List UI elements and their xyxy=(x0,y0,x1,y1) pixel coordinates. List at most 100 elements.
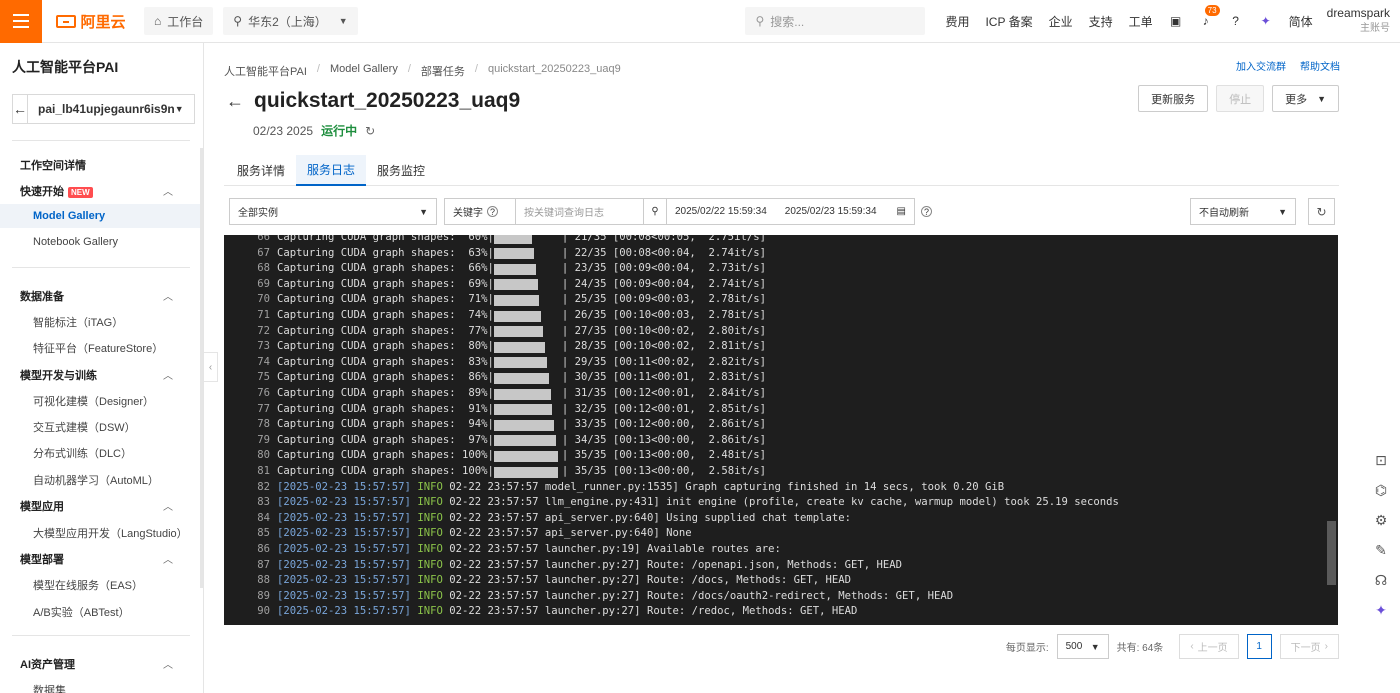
log-timestamp: [2025-02-23 15:57:57] xyxy=(277,511,411,524)
breadcrumb-item[interactable]: 人工智能平台PAI xyxy=(224,63,307,79)
sidebar-item-featurestore[interactable]: 特征平台（FeatureStore） xyxy=(33,340,163,356)
collapse-sidebar-icon[interactable]: ‹ xyxy=(204,352,218,382)
top-link-icp[interactable]: ICP 备案 xyxy=(985,13,1032,30)
assistant-icon[interactable]: ✦ xyxy=(1372,601,1390,619)
sidebar-group-model-deploy[interactable]: 模型部署 xyxy=(20,551,64,567)
sidebar-item-model-gallery[interactable]: Model Gallery xyxy=(33,210,105,222)
aliyun-logo[interactable]: 阿里云 xyxy=(42,11,140,32)
sidebar-group-data-prep[interactable]: 数据准备 xyxy=(20,288,64,304)
page-header: ← quickstart_20250223_uaq9 xyxy=(226,89,520,113)
assistant-icon[interactable]: ✦ xyxy=(1259,14,1273,28)
workspace-dropdown[interactable]: pai_lb41upjegaunr6is9n ▼ xyxy=(28,94,195,124)
sidebar-item-dsw[interactable]: 交互式建模（DSW） xyxy=(33,419,136,435)
bell-icon[interactable]: ♪ 73 xyxy=(1199,5,1220,28)
top-link-billing[interactable]: 费用 xyxy=(945,13,969,30)
sidebar-item-langstudio[interactable]: 大模型应用开发（LangStudio） xyxy=(33,525,188,541)
stop-button[interactable]: 停止 xyxy=(1216,85,1265,112)
chevron-up-icon[interactable]: ︿ xyxy=(163,183,173,198)
capture-percent: 89% xyxy=(468,387,488,399)
log-line: 70 Capturing CUDA graph shapes: 71%| | 25/… xyxy=(224,292,766,308)
chevron-up-icon[interactable]: ︿ xyxy=(163,288,173,303)
sidebar-item-automl[interactable]: 自动机器学习（AutoML） xyxy=(33,472,159,488)
help-docs-link[interactable]: 帮助文档 xyxy=(1300,58,1340,73)
sidebar-scrollbar[interactable] xyxy=(200,148,203,588)
back-arrow-icon[interactable]: ← xyxy=(226,91,244,112)
auto-refresh-select[interactable]: 不自动刷新 ▼ xyxy=(1190,198,1296,225)
headset-icon[interactable]: ☊ xyxy=(1372,571,1390,589)
log-scrollbar[interactable] xyxy=(1327,521,1336,585)
chevron-up-icon[interactable]: ︿ xyxy=(163,367,173,382)
line-number: 68 xyxy=(257,262,270,275)
gear-icon[interactable]: ⚙ xyxy=(1372,511,1390,529)
breadcrumb-item[interactable]: Model Gallery xyxy=(330,63,398,79)
keyword-input[interactable]: 按关键词查询日志 xyxy=(516,198,644,225)
progress-bar xyxy=(493,263,537,275)
page-number[interactable]: 1 xyxy=(1246,634,1272,659)
chevron-down-icon: ▼ xyxy=(1278,206,1287,217)
sidebar-item-abtest[interactable]: A/B实验（ABTest） xyxy=(33,604,130,620)
top-link-support[interactable]: 支持 xyxy=(1089,13,1113,30)
log-text: Capturing CUDA graph shapes: 74%| | 26/35… xyxy=(274,308,766,324)
sidebar-item-datasets[interactable]: 数据集 xyxy=(33,682,66,693)
instance-select[interactable]: 全部实例 ▼ xyxy=(229,198,437,225)
sidebar-item-eas[interactable]: 模型在线服务（EAS） xyxy=(33,577,143,593)
workbench-button[interactable]: ⌂ 工作台 xyxy=(144,7,214,35)
edit-icon[interactable]: ✎ xyxy=(1372,541,1390,559)
sidebar-item-itag[interactable]: 智能标注（iTAG） xyxy=(33,314,123,330)
progress-bar xyxy=(493,326,544,338)
cart-icon[interactable]: ⊡ xyxy=(1372,451,1390,469)
sidebar-item-notebook-gallery[interactable]: Notebook Gallery xyxy=(33,236,118,248)
capture-progress: | 35/35 [00:13<00:00, 2.48it/s] xyxy=(561,449,766,462)
log-viewer[interactable]: 66 Capturing CUDA graph shapes: 60%| | 21/… xyxy=(224,235,1338,625)
tab-service-detail[interactable]: 服务详情 xyxy=(226,155,296,186)
user-menu[interactable]: dreamspark 主账号 xyxy=(1327,6,1400,36)
help-icon[interactable]: ? xyxy=(921,206,932,217)
language-switch[interactable]: 简体 xyxy=(1289,13,1313,30)
sidebar-group-ai-assets[interactable]: AI资产管理 xyxy=(20,656,75,672)
log-line: 90 [2025-02-23 15:57:57] INFO 02-22 23:57… xyxy=(224,604,857,620)
sidebar-item-designer[interactable]: 可视化建模（Designer） xyxy=(33,393,154,409)
sidebar-group-quickstart[interactable]: 快速开始 NEW xyxy=(20,183,93,199)
back-arrow-icon[interactable]: ← xyxy=(12,94,28,124)
refresh-status-icon[interactable]: ↻ xyxy=(365,124,375,138)
chevron-down-icon: ▼ xyxy=(338,16,348,26)
sidebar-item-dlc[interactable]: 分布式训练（DLC） xyxy=(33,445,132,461)
log-text: Capturing CUDA graph shapes: 66%| | 23/35… xyxy=(274,261,766,277)
more-button[interactable]: 更多 ▼ xyxy=(1272,85,1339,112)
code-icon[interactable]: ⌬ xyxy=(1372,481,1390,499)
tab-service-monitor[interactable]: 服务监控 xyxy=(366,155,436,186)
region-label: 华东2（上海） xyxy=(248,14,327,29)
top-link-ticket[interactable]: 工单 xyxy=(1129,13,1153,30)
sidebar-group-model-dev[interactable]: 模型开发与训练 xyxy=(20,367,97,383)
chevron-up-icon[interactable]: ︿ xyxy=(163,551,173,566)
join-group-link[interactable]: 加入交流群 xyxy=(1236,58,1286,73)
capture-percent: 74% xyxy=(468,309,488,321)
menu-icon[interactable] xyxy=(0,0,42,43)
end-time: 2025/02/23 15:59:34 xyxy=(784,206,877,217)
per-page-select[interactable]: 500 ▼ xyxy=(1056,634,1109,659)
refresh-button[interactable]: ↻ xyxy=(1308,198,1335,225)
help-icon[interactable]: ? xyxy=(1229,14,1243,28)
sidebar-group-model-app[interactable]: 模型应用 xyxy=(20,498,64,514)
next-page-button[interactable]: 下一页 › xyxy=(1279,634,1339,659)
capture-progress: | 35/35 [00:13<00:00, 2.58it/s] xyxy=(561,465,766,477)
breadcrumb-item[interactable]: 部署任务 xyxy=(421,63,465,79)
help-icon[interactable]: ? xyxy=(487,206,498,217)
sidebar-item-workspace-detail[interactable]: 工作空间详情 xyxy=(20,157,86,173)
breadcrumb-separator: / xyxy=(474,63,478,75)
capture-label: Capturing CUDA graph shapes: xyxy=(277,355,469,368)
search-button[interactable]: ⚲ xyxy=(644,198,667,225)
update-service-button[interactable]: 更新服务 xyxy=(1138,85,1209,112)
chevron-up-icon[interactable]: ︿ xyxy=(163,498,173,513)
progress-bar xyxy=(493,248,535,260)
search-input[interactable]: ⚲ 搜索... xyxy=(745,7,926,35)
region-selector[interactable]: ⚲ 华东2（上海） ▼ xyxy=(223,7,358,35)
chevron-up-icon[interactable]: ︿ xyxy=(163,656,173,671)
top-link-enterprise[interactable]: 企业 xyxy=(1049,13,1073,30)
tab-service-log[interactable]: 服务日志 xyxy=(296,155,367,186)
progress-bar xyxy=(493,357,547,369)
terminal-icon[interactable]: ▣ xyxy=(1169,14,1183,28)
time-range-picker[interactable]: 2025/02/22 15:59:34 2025/02/23 15:59:34 ▤ xyxy=(667,198,915,225)
log-text: Capturing CUDA graph shapes: 100%| | 35/3… xyxy=(274,448,766,464)
prev-page-button[interactable]: ‹ 上一页 xyxy=(1179,634,1239,659)
